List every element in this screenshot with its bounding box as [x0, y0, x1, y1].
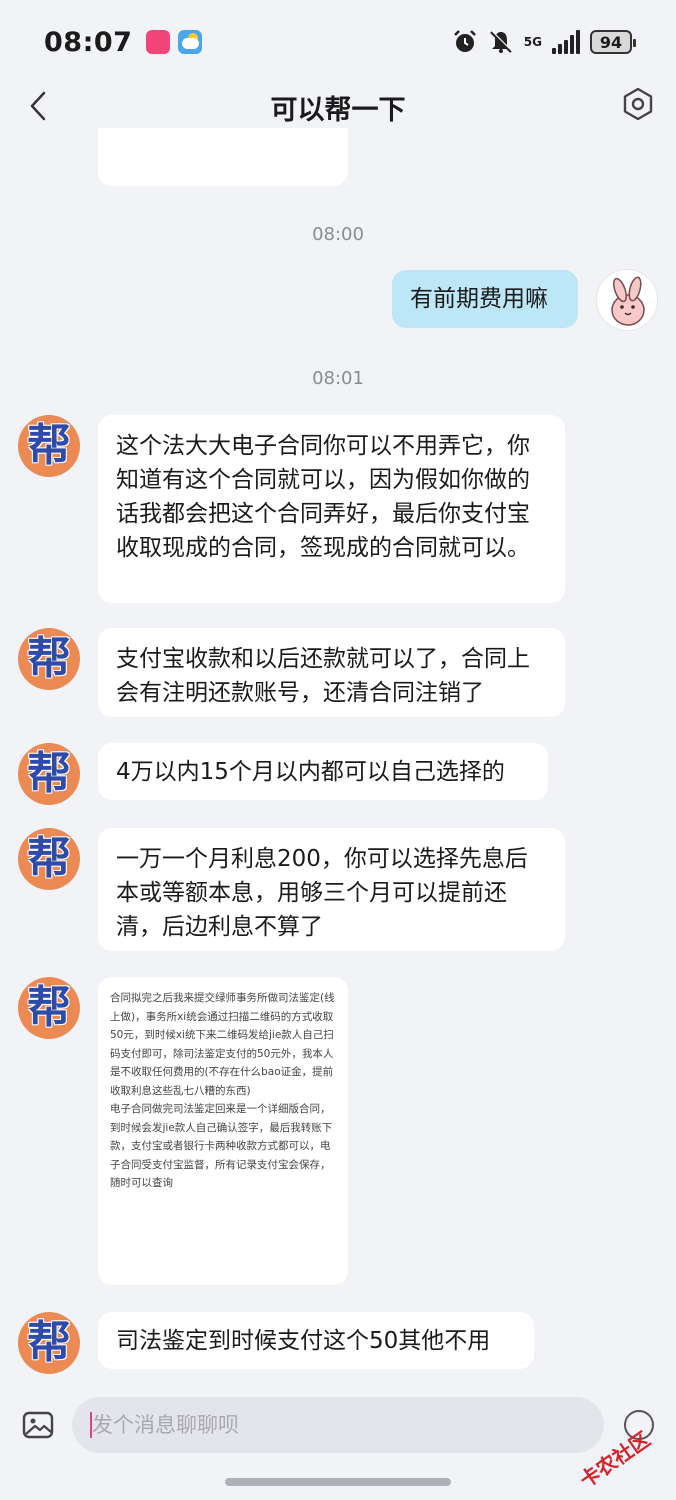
mute-bell-icon	[489, 30, 513, 53]
contact-avatar[interactable]: 帮	[18, 628, 80, 690]
status-icons: 5G 94	[452, 29, 636, 55]
image-text: 合同拟完之后我来提交绿师事务所做司法鉴定(线上做)，事务所xi统会通过扫描二维码…	[110, 992, 335, 1097]
incoming-message[interactable]: 司法鉴定到时候支付这个50其他不用	[98, 1312, 534, 1369]
avatar-char: 帮	[27, 982, 71, 1033]
app-notification-icon	[146, 30, 171, 54]
contact-avatar[interactable]: 帮	[18, 743, 80, 805]
alarm-icon	[453, 30, 476, 52]
chat-title: 可以帮一下	[270, 95, 406, 126]
signal-icon	[552, 30, 580, 54]
network-type: 5G	[523, 35, 542, 49]
input-bar: 卡农社区	[0, 1386, 676, 1500]
status-bar: 08:07 5G 94	[0, 0, 676, 84]
text-caret	[90, 1412, 92, 1438]
contact-avatar[interactable]: 帮	[18, 828, 80, 890]
contact-avatar[interactable]: 帮	[18, 415, 80, 477]
outgoing-message[interactable]: 有前期费用嘛	[392, 270, 578, 328]
settings-icon[interactable]	[620, 86, 656, 122]
incoming-message[interactable]: 这个法大大电子合同你可以不用弄它，你知道有这个合同就可以，因为假如你做的话我都会…	[98, 415, 565, 603]
image-text: 电子合同做完司法鉴定回来是一个详细版合同，到时候会发jie款人自己确认签字，最后…	[110, 1103, 333, 1189]
avatar-char: 帮	[27, 1317, 71, 1368]
timestamp: 08:00	[312, 224, 364, 245]
battery-indicator: 94	[590, 30, 636, 54]
self-avatar[interactable]	[596, 269, 658, 331]
avatar-char: 帮	[27, 748, 71, 799]
bunny-avatar-icon	[611, 276, 645, 326]
message-bubble-partial[interactable]	[98, 128, 348, 186]
avatar-char: 帮	[27, 420, 71, 471]
incoming-message[interactable]: 支付宝收款和以后还款就可以了，合同上会有注明还款账号，还清合同注销了	[98, 628, 565, 717]
chat-area[interactable]: 08:00 有前期费用嘛 08:01 帮 这个法大大电子合同你可以不用弄它，你知…	[0, 128, 676, 1386]
home-indicator[interactable]	[225, 1478, 451, 1486]
avatar-char: 帮	[27, 633, 71, 684]
incoming-message[interactable]: 4万以内15个月以内都可以自己选择的	[98, 743, 548, 800]
timestamp: 08:01	[312, 368, 364, 389]
weather-icon	[178, 30, 203, 54]
incoming-message[interactable]: 一万一个月利息200，你可以选择先息后本或等额本息，用够三个月可以提前还清，后边…	[98, 828, 565, 951]
nav-bar: 可以帮一下	[0, 84, 676, 128]
image-message[interactable]: 合同拟完之后我来提交绿师事务所做司法鉴定(线上做)，事务所xi统会通过扫描二维码…	[98, 977, 348, 1285]
message-input[interactable]	[72, 1397, 604, 1453]
image-picker-icon[interactable]	[22, 1410, 54, 1440]
avatar-char: 帮	[27, 833, 71, 884]
status-time: 08:07	[44, 26, 133, 58]
contact-avatar[interactable]: 帮	[18, 977, 80, 1039]
contact-avatar[interactable]: 帮	[18, 1312, 80, 1374]
